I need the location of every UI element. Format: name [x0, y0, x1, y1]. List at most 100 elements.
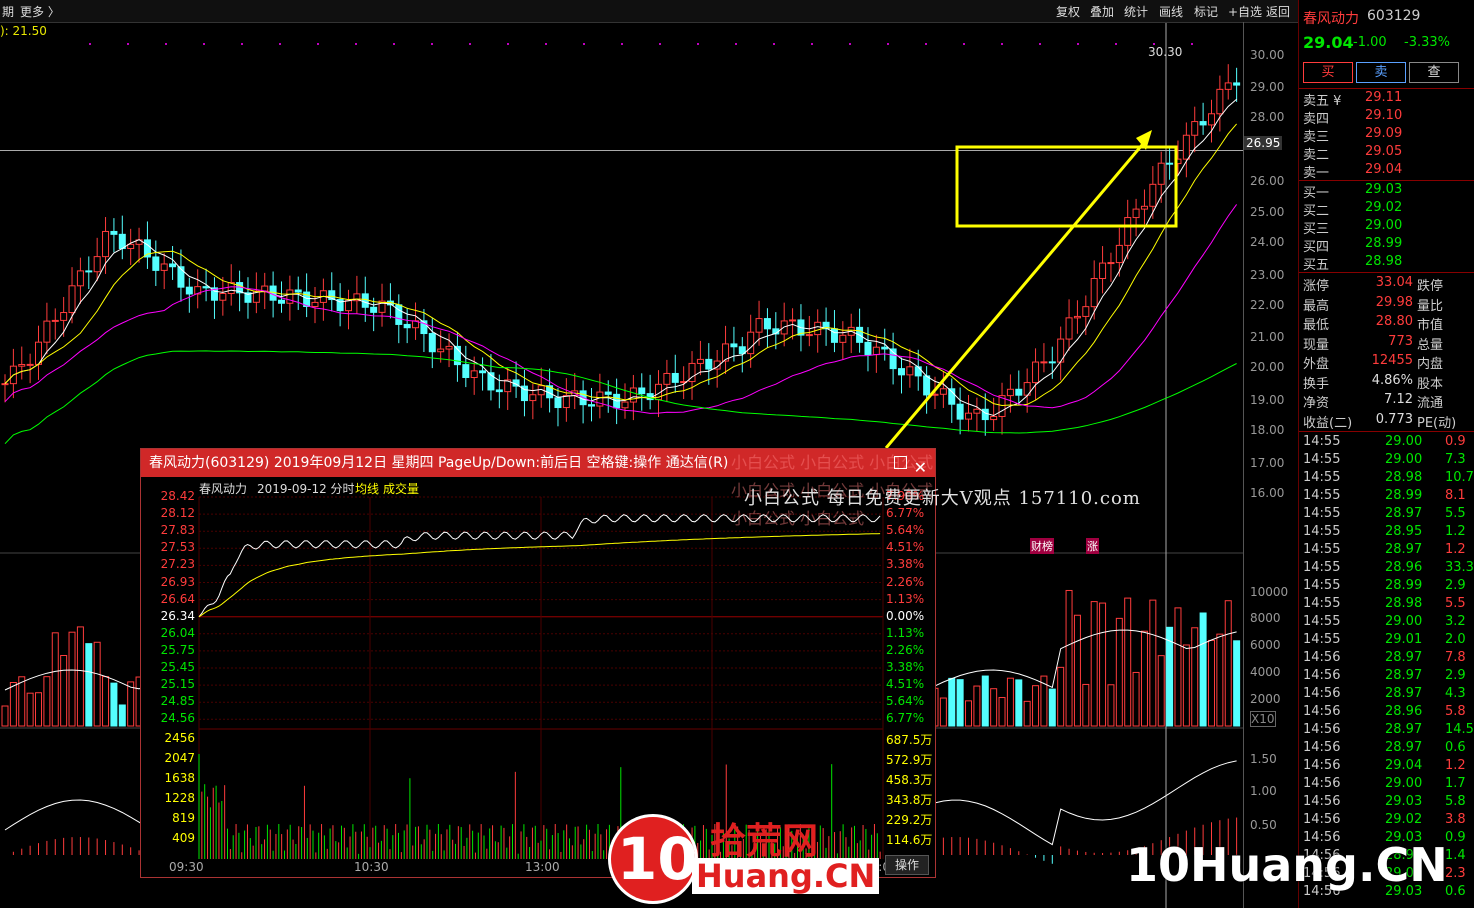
stat-label: 内盘: [1417, 357, 1444, 372]
ask-price[interactable]: 29.11: [1365, 90, 1402, 105]
tick-price: 28.97: [1385, 722, 1423, 737]
tick-volume: 2.9: [1445, 668, 1466, 683]
statistics-button[interactable]: 统计: [1124, 3, 1148, 20]
bid-price[interactable]: 29.03: [1365, 182, 1402, 197]
add-favorite-button[interactable]: +自选: [1228, 3, 1262, 20]
volume-bar: [1149, 599, 1157, 727]
signal-dot: [735, 43, 737, 45]
candle-body: [939, 388, 947, 395]
volume-bar: [1182, 644, 1190, 727]
volume-bar: [1090, 601, 1098, 727]
tick-time: 14:55: [1303, 434, 1341, 449]
tick-price: 28.98: [1385, 596, 1423, 611]
tick-time: 14:55: [1303, 560, 1341, 575]
tag-finance[interactable]: 财榜: [1030, 538, 1054, 554]
volume-label: 458.3万: [886, 773, 933, 787]
signal-dot: [355, 43, 357, 45]
candle-body: [789, 319, 797, 322]
tick-time: 14:56: [1303, 722, 1341, 737]
candle-body: [965, 412, 973, 420]
bid-price[interactable]: 28.98: [1365, 254, 1402, 269]
price-axis-label: 24.00: [1250, 235, 1285, 249]
current-price: 29.04: [1303, 33, 1354, 52]
trend-arrow: [884, 137, 1150, 449]
ask-price[interactable]: 29.10: [1365, 108, 1402, 123]
candle-body: [152, 256, 160, 271]
candle-body: [705, 358, 713, 370]
tick-time: 14:56: [1303, 686, 1341, 701]
query-button[interactable]: 查: [1409, 62, 1459, 83]
operation-button[interactable]: 操作: [885, 855, 929, 875]
ask-price[interactable]: 29.05: [1365, 144, 1402, 159]
volume-bar: [1132, 671, 1140, 727]
tick-price: 28.97: [1385, 542, 1423, 557]
ask-price[interactable]: 29.09: [1365, 126, 1402, 141]
draw-line-button[interactable]: 画线: [1159, 3, 1183, 20]
candle-body: [1140, 205, 1148, 210]
macd-axis-label: 1.50: [1250, 752, 1277, 766]
buy-button[interactable]: 买: [1303, 62, 1353, 83]
tick-price: 29.03: [1385, 794, 1423, 809]
tag-limit[interactable]: 涨: [1086, 538, 1099, 554]
volume-axis-label: X10: [1250, 711, 1276, 727]
stat-value: 28.80: [1375, 314, 1413, 329]
price-axis-label: 29.00: [1250, 80, 1285, 94]
tick-time: 14:56: [1303, 650, 1341, 665]
pct-label: 1.13%: [886, 591, 925, 606]
stat-value: 33.04: [1375, 275, 1413, 290]
price-label: 26.93: [160, 574, 195, 589]
candle-body: [1124, 217, 1132, 246]
brand-big-url: 10Huang.CN: [1126, 838, 1448, 892]
period-button[interactable]: 期: [2, 3, 14, 20]
signal-dot: [127, 43, 129, 45]
volume-label: 114.6万: [886, 833, 933, 847]
brand-url: Huang.CN: [692, 858, 880, 894]
mark-button[interactable]: 标记: [1194, 3, 1218, 20]
tick-volume: 1.4: [1445, 848, 1466, 863]
restore-rights-button[interactable]: 复权: [1056, 3, 1080, 20]
candle-body: [1115, 244, 1123, 264]
overlay-button[interactable]: 叠加: [1090, 3, 1114, 20]
more-button[interactable]: 更多 〉: [20, 3, 60, 20]
candle-body: [1166, 162, 1174, 165]
volume-axis-label: 6000: [1250, 638, 1281, 652]
ask-price[interactable]: 29.04: [1365, 162, 1402, 177]
signal-dot: [545, 43, 547, 45]
tick-volume: 5.5: [1445, 596, 1466, 611]
candle-body: [696, 358, 704, 364]
bid-price[interactable]: 29.00: [1365, 218, 1402, 233]
candle-body: [277, 299, 285, 304]
candle-body: [1224, 82, 1232, 90]
candle-body: [479, 370, 487, 374]
ask-label: 卖一: [1303, 166, 1330, 181]
candle-body: [93, 256, 101, 273]
bid-price[interactable]: 29.02: [1365, 200, 1402, 215]
signal-dot: [241, 43, 243, 45]
bid-price[interactable]: 28.99: [1365, 236, 1402, 251]
candle-body: [26, 363, 34, 366]
volume-label: 572.9万: [886, 753, 933, 767]
signal-dot: [1191, 43, 1193, 45]
price-label: 24.56: [160, 711, 195, 726]
candle-body: [437, 348, 445, 353]
volume-label: 819: [172, 811, 195, 825]
volume-bar: [1233, 640, 1241, 727]
candle-body: [830, 328, 838, 343]
candle-body: [1233, 82, 1241, 86]
volume-bar: [965, 700, 973, 727]
candle-body: [864, 341, 872, 356]
tick-volume: 14.5: [1445, 722, 1474, 737]
signal-dot: [317, 43, 319, 45]
brand-logo: 10: [608, 814, 698, 904]
volume-bar: [102, 676, 110, 727]
pct-label: 3.38%: [886, 557, 925, 572]
candle-body: [361, 293, 369, 308]
bid-label: 买三: [1303, 222, 1330, 237]
volume-bar: [1065, 589, 1073, 727]
sell-button[interactable]: 卖: [1356, 62, 1406, 83]
candle-body: [118, 233, 126, 250]
candle-body: [219, 292, 227, 301]
stock-name: 春风动力: [1303, 11, 1359, 27]
signal-dot: [279, 43, 281, 45]
back-button[interactable]: 返回: [1266, 3, 1290, 20]
